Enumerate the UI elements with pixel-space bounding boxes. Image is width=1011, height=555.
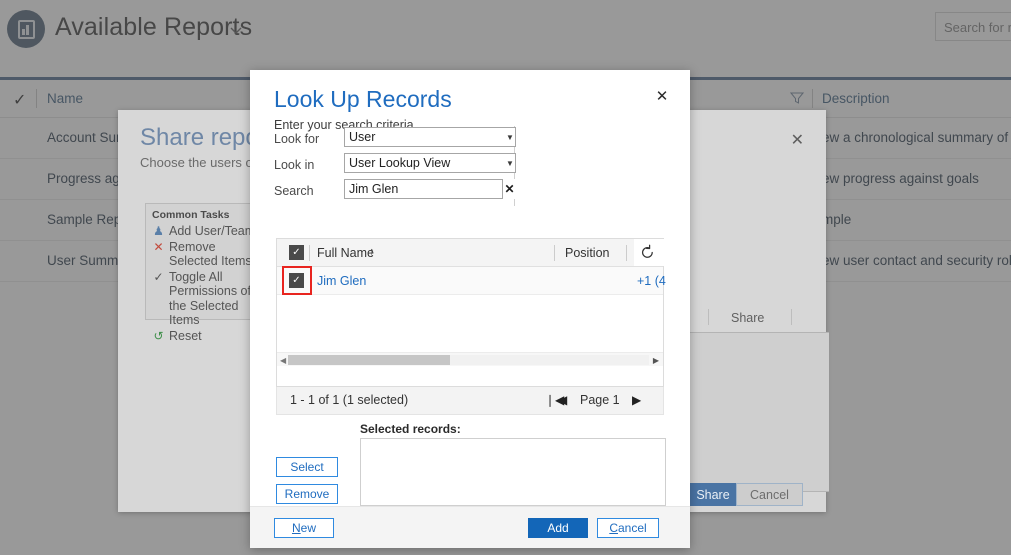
common-task-item[interactable]: ↺ Reset <box>152 329 260 344</box>
column-header-share: Share <box>731 311 764 325</box>
remove-button[interactable]: Remove <box>276 484 338 504</box>
common-tasks-heading: Common Tasks <box>152 209 260 221</box>
common-task-label: Reset <box>169 329 202 344</box>
look-for-select[interactable]: User <box>344 127 516 147</box>
select-all-checkbox[interactable]: ✓ <box>289 245 304 260</box>
close-icon[interactable]: ✕ <box>652 87 672 107</box>
refresh-icon[interactable] <box>639 244 656 261</box>
look-in-label: Look in <box>274 158 314 172</box>
row-full-name[interactable]: Jim Glen <box>317 274 366 288</box>
column-divider <box>708 309 709 325</box>
toggle-check-icon: ✓ <box>152 270 165 328</box>
look-in-select[interactable]: User Lookup View <box>344 153 516 173</box>
close-icon[interactable]: ✕ <box>791 130 804 150</box>
screen-root: Available Reports Search for re ✓ Name D… <box>0 0 1011 555</box>
previous-page-icon[interactable]: ◀ <box>558 393 567 407</box>
common-task-item[interactable]: ✕ Remove Selected Items <box>152 240 260 269</box>
add-button[interactable]: Add <box>528 518 588 538</box>
scrollbar-track[interactable] <box>288 355 649 365</box>
pagination-bar: 1 - 1 of 1 (1 selected) ❘◀ ◀ Page 1 ▶ <box>276 387 664 415</box>
column-header-position[interactable]: Position <box>565 246 609 260</box>
remove-icon: ✕ <box>152 240 165 269</box>
lookup-form: Look for User ▼ Look in User Lookup View… <box>274 126 519 204</box>
refresh-cell[interactable] <box>634 239 665 266</box>
form-row-look-for: Look for User ▼ <box>274 126 519 152</box>
next-page-icon[interactable]: ▶ <box>632 393 641 407</box>
clear-x-icon[interactable]: ✕ <box>502 179 516 199</box>
cancel-button-label: ancel <box>618 521 647 535</box>
common-task-label: Toggle All Permissions of the Selected I… <box>169 270 260 328</box>
common-task-label: Add User/Team <box>169 224 255 239</box>
grid-empty-area <box>277 295 663 352</box>
reset-icon: ↺ <box>152 329 165 344</box>
sort-ascending-icon: ↑ <box>369 246 375 258</box>
triangle-right-icon[interactable]: ▶ <box>653 356 659 365</box>
results-grid-header: ✓ Full Name ↑ Position <box>277 239 663 267</box>
add-button-label: Add <box>547 521 568 535</box>
new-button[interactable]: New <box>274 518 334 538</box>
column-divider <box>626 245 627 261</box>
form-row-search: Search Jim Glen ✕ <box>274 178 519 204</box>
chevron-down-icon[interactable]: ▼ <box>506 159 514 168</box>
triangle-left-icon[interactable]: ◀ <box>280 356 286 365</box>
cancel-button-accesskey: C <box>609 521 618 535</box>
dialog-footer: New Add Cancel <box>250 506 690 548</box>
common-task-item[interactable]: ✓ Toggle All Permissions of the Selected… <box>152 270 260 328</box>
results-grid: ✓ Full Name ↑ Position ✓ <box>276 238 664 387</box>
user-add-icon: ♟ <box>152 224 165 239</box>
selected-records-label: Selected records: <box>360 422 461 436</box>
look-for-label: Look for <box>274 132 319 146</box>
row-position[interactable]: +1 (4 <box>637 274 666 288</box>
selected-records-box[interactable] <box>360 438 666 506</box>
column-divider <box>554 245 555 261</box>
lookup-records-dialog: Look Up Records Enter your search criter… <box>250 70 690 548</box>
common-task-label: Remove Selected Items <box>169 240 260 269</box>
dialog-title: Look Up Records <box>274 86 452 113</box>
column-header-full-name[interactable]: Full Name <box>317 246 374 260</box>
column-divider <box>791 309 792 325</box>
chevron-down-icon[interactable]: ▼ <box>506 133 514 142</box>
new-button-label: ew <box>301 521 316 535</box>
column-divider <box>309 245 310 261</box>
scrollbar-thumb[interactable] <box>288 355 450 365</box>
page-label: Page 1 <box>580 393 620 407</box>
row-checkbox[interactable]: ✓ <box>289 273 304 288</box>
record-count: 1 - 1 of 1 (1 selected) <box>290 393 408 407</box>
common-task-item[interactable]: ♟ Add User/Team <box>152 224 260 239</box>
new-button-accesskey: N <box>292 521 301 535</box>
search-input[interactable]: Jim Glen <box>344 179 516 199</box>
common-tasks-panel: Common Tasks ♟ Add User/Team ✕ Remove Se… <box>145 203 267 320</box>
horizontal-scrollbar[interactable]: ◀ ▶ <box>277 352 663 366</box>
cancel-button[interactable]: Cancel <box>597 518 659 538</box>
select-button[interactable]: Select <box>276 457 338 477</box>
share-cancel-button[interactable]: Cancel <box>736 483 803 506</box>
search-label: Search <box>274 184 314 198</box>
table-row[interactable]: ✓ Jim Glen +1 (4 <box>277 267 663 295</box>
form-row-look-in: Look in User Lookup View ▼ <box>274 152 519 178</box>
